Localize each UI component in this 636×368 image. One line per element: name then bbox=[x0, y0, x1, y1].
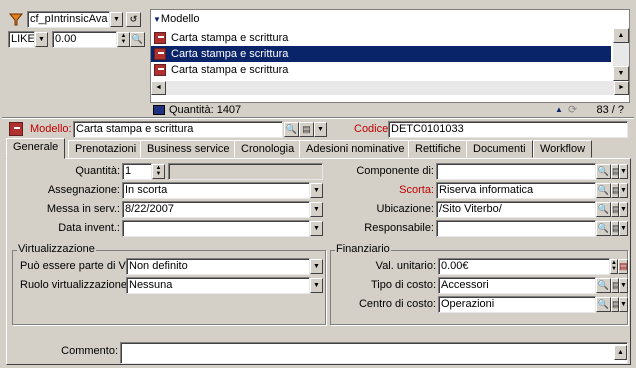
responsabile-search-button[interactable]: 🔍 bbox=[596, 221, 611, 236]
componente-details-button[interactable]: ▤ bbox=[611, 164, 621, 179]
tipo-costo-field[interactable]: Accessori bbox=[438, 277, 596, 294]
puo-field[interactable]: Non definito bbox=[126, 258, 310, 275]
codice-label: Codice: bbox=[354, 123, 392, 135]
tab-generale[interactable]: Generale bbox=[6, 138, 66, 159]
list-hscrollbar[interactable]: ◄ ► bbox=[151, 81, 629, 95]
model-book-icon bbox=[9, 122, 23, 136]
sort-arrow-icon[interactable]: ▲ bbox=[555, 103, 563, 117]
assegnazione-dropdown[interactable]: ▼ bbox=[310, 183, 323, 198]
tipo-costo-details-button[interactable]: ▤ bbox=[611, 278, 621, 293]
commento-label: Commento: bbox=[61, 345, 118, 357]
puo-label: Può essere parte di VI: bbox=[20, 260, 132, 272]
virtualizzazione-title: Virtualizzazione bbox=[17, 243, 96, 255]
filter-value-input[interactable]: 0.00 bbox=[52, 31, 117, 48]
ubicazione-details-button[interactable]: ▤ bbox=[611, 202, 621, 217]
scorta-label: Scorta: bbox=[399, 184, 434, 196]
data-inv-label: Data invent.: bbox=[58, 222, 120, 234]
codice-field[interactable]: DETC0101033 bbox=[388, 121, 628, 138]
tab-business-service[interactable]: Business service bbox=[140, 140, 237, 158]
filter-search-button[interactable]: 🔍 bbox=[130, 32, 145, 47]
modello-search-button[interactable]: 🔍 bbox=[284, 122, 299, 137]
componente-search-button[interactable]: 🔍 bbox=[596, 164, 611, 179]
centro-costo-search-button[interactable]: 🔍 bbox=[596, 297, 611, 312]
componente-field[interactable] bbox=[436, 163, 596, 180]
ubicazione-dropdown[interactable]: ▼ bbox=[619, 202, 628, 217]
centro-costo-dropdown[interactable]: ▼ bbox=[619, 297, 628, 312]
modello-dropdown[interactable]: ▼ bbox=[314, 122, 327, 137]
centro-costo-field[interactable]: Operazioni bbox=[438, 296, 596, 313]
tab-cronologia[interactable]: Cronologia bbox=[234, 140, 302, 158]
puo-dropdown[interactable]: ▼ bbox=[310, 259, 323, 274]
componente-label: Componente di: bbox=[356, 165, 434, 177]
tab-rettifiche[interactable]: Rettifiche bbox=[408, 140, 468, 158]
scorta-details-button[interactable]: ▤ bbox=[611, 183, 621, 198]
tipo-costo-label: Tipo di costo: bbox=[370, 279, 436, 291]
database-icon bbox=[153, 105, 165, 116]
responsabile-label: Responsabile: bbox=[364, 222, 434, 234]
list-panel: ▼Modello Carta stampa e scrittura Carta … bbox=[150, 9, 630, 103]
scorta-search-button[interactable]: 🔍 bbox=[596, 183, 611, 198]
centro-costo-label: Centro di costo: bbox=[358, 298, 436, 310]
operator-select[interactable]: LIKE bbox=[8, 31, 35, 48]
modello-label: Modello: bbox=[30, 123, 72, 135]
tipo-costo-search-button[interactable]: 🔍 bbox=[596, 278, 611, 293]
ubicazione-search-button[interactable]: 🔍 bbox=[596, 202, 611, 217]
list-header[interactable]: ▼Modello bbox=[153, 12, 608, 27]
finanziario-title: Finanziario bbox=[335, 243, 391, 255]
filter-apply-button[interactable]: ↺ bbox=[126, 12, 141, 27]
data-inv-field[interactable] bbox=[122, 220, 310, 237]
ubicazione-label: Ubicazione: bbox=[376, 203, 434, 215]
filter-value-spinner[interactable]: ▲ ▼ bbox=[117, 32, 130, 47]
messa-label: Messa in serv.: bbox=[46, 203, 120, 215]
filter-field-dropdown[interactable]: ▼ bbox=[110, 12, 123, 27]
pager: 83 / ? bbox=[596, 104, 624, 116]
data-inv-dropdown[interactable]: ▼ bbox=[310, 221, 323, 236]
quantita-spinner[interactable]: ▲ ▼ bbox=[152, 164, 165, 179]
centro-costo-details-button[interactable]: ▤ bbox=[611, 297, 621, 312]
tab-documenti[interactable]: Documenti bbox=[466, 140, 533, 158]
refresh-icon[interactable]: ⟳ bbox=[568, 103, 577, 117]
filter-icon[interactable] bbox=[8, 11, 24, 27]
messa-field[interactable]: 8/22/2007 bbox=[122, 201, 310, 218]
val-unitario-field[interactable]: 0.00€ bbox=[438, 258, 610, 275]
quantita-unit-field bbox=[168, 163, 323, 180]
assegnazione-label: Assegnazione: bbox=[47, 184, 120, 196]
messa-dropdown[interactable]: ▼ bbox=[310, 202, 323, 217]
responsabile-dropdown[interactable]: ▼ bbox=[619, 221, 628, 236]
scorta-field[interactable]: Riserva informatica bbox=[436, 182, 596, 199]
val-unitario-label: Val. unitario: bbox=[375, 260, 436, 272]
list-item[interactable]: Carta stampa e scrittura bbox=[151, 30, 611, 46]
operator-dropdown[interactable]: ▼ bbox=[35, 32, 48, 47]
scorta-dropdown[interactable]: ▼ bbox=[619, 183, 628, 198]
ruolo-field[interactable]: Nessuna bbox=[126, 277, 310, 294]
ubicazione-field[interactable]: /Sito Viterbo/ bbox=[436, 201, 596, 218]
filter-field-select[interactable]: cf_pIntrinsicAva bbox=[27, 11, 110, 28]
assegnazione-field[interactable]: In scorta bbox=[122, 182, 310, 199]
responsabile-details-button[interactable]: ▤ bbox=[611, 221, 621, 236]
val-unitario-spinner[interactable]: ▲ ▼ bbox=[610, 259, 618, 274]
quantita-label: Quantità: bbox=[75, 165, 120, 177]
list-vscrollbar[interactable]: ▲ ▼ bbox=[613, 28, 629, 81]
list-item-selected[interactable]: Carta stampa e scrittura bbox=[151, 46, 611, 62]
currency-icon[interactable]: ▤ bbox=[618, 259, 628, 274]
list-status-bar: Quantità: 1407 ▲ ⟳ 83 / ? bbox=[150, 103, 630, 117]
tab-adesioni-nominative[interactable]: Adesioni nominative bbox=[299, 140, 412, 158]
tab-workflow[interactable]: Workflow bbox=[533, 140, 593, 158]
list-item[interactable]: Carta stampa e scrittura bbox=[151, 62, 611, 78]
commento-scroll-up[interactable]: ▲ bbox=[614, 345, 627, 360]
list-count: Quantità: 1407 bbox=[169, 104, 242, 116]
ruolo-dropdown[interactable]: ▼ bbox=[310, 278, 323, 293]
responsabile-field[interactable] bbox=[436, 220, 596, 237]
tab-prenotazioni[interactable]: Prenotazioni bbox=[68, 140, 144, 158]
ruolo-label: Ruolo virtualizzazione: bbox=[20, 279, 131, 291]
tipo-costo-dropdown[interactable]: ▼ bbox=[619, 278, 628, 293]
componente-dropdown[interactable]: ▼ bbox=[619, 164, 628, 179]
modello-field[interactable]: Carta stampa e scrittura bbox=[73, 121, 283, 138]
modello-details-button[interactable]: ▤ bbox=[299, 122, 314, 137]
quantita-field[interactable]: 1 bbox=[122, 163, 152, 180]
commento-field[interactable] bbox=[120, 342, 628, 364]
